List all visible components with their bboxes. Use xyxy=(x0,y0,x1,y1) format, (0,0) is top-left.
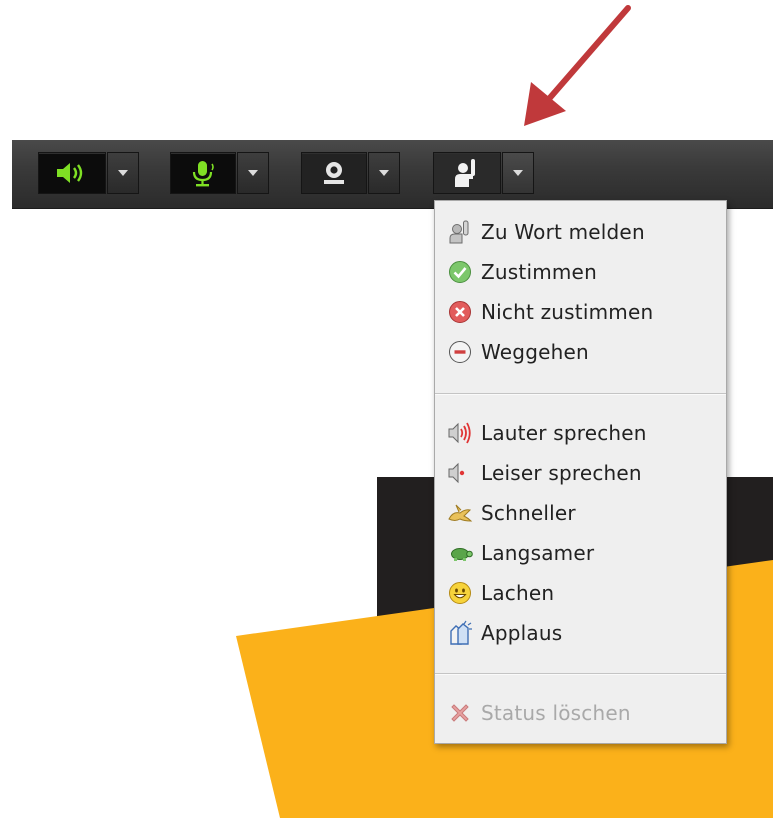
meeting-toolbar xyxy=(12,140,773,209)
chevron-down-icon xyxy=(118,170,128,176)
menu-item-label: Weggehen xyxy=(481,340,589,364)
menu-item-label: Applaus xyxy=(481,621,563,645)
microphone-button[interactable] xyxy=(170,152,236,194)
menu-item-label: Lauter sprechen xyxy=(481,421,647,445)
menu-item-slower[interactable]: Langsamer xyxy=(435,533,726,573)
menu-item-label: Zustimmen xyxy=(481,260,597,284)
menu-item-clear-status[interactable]: Status löschen xyxy=(435,693,726,733)
status-button[interactable] xyxy=(433,152,501,194)
menu-item-label: Status löschen xyxy=(481,701,631,725)
menu-item-label: Zu Wort melden xyxy=(481,220,645,244)
camera-button[interactable] xyxy=(301,152,367,194)
speaker-louder-icon xyxy=(447,420,473,446)
camera-dropdown-button[interactable] xyxy=(368,152,400,194)
status-dropdown-button[interactable] xyxy=(502,152,534,194)
menu-item-applause[interactable]: Applaus xyxy=(435,613,726,653)
speaker-button[interactable] xyxy=(38,152,106,194)
menu-item-label: Schneller xyxy=(481,501,576,525)
menu-item-label: Lachen xyxy=(481,581,555,605)
microphone-control xyxy=(170,152,269,194)
menu-separator xyxy=(435,673,726,675)
speaker-control xyxy=(38,152,139,194)
chevron-down-icon xyxy=(379,170,389,176)
menu-item-label: Langsamer xyxy=(481,541,595,565)
smiley-icon xyxy=(447,580,473,606)
raise-hand-icon xyxy=(455,159,475,187)
status-menu: Zu Wort melden Zustimmen Nicht zustimmen xyxy=(434,200,727,744)
applause-icon xyxy=(447,620,473,646)
microphone-dropdown-button[interactable] xyxy=(237,152,269,194)
check-icon xyxy=(447,259,473,285)
status-control xyxy=(433,152,534,194)
webcam-icon xyxy=(324,162,344,184)
rabbit-icon xyxy=(447,500,473,526)
menu-item-speak-louder[interactable]: Lauter sprechen xyxy=(435,413,726,453)
turtle-icon xyxy=(447,540,473,566)
menu-item-laugh[interactable]: Lachen xyxy=(435,573,726,613)
clear-x-icon xyxy=(447,700,473,726)
menu-item-faster[interactable]: Schneller xyxy=(435,493,726,533)
menu-separator xyxy=(435,393,726,395)
menu-item-label: Nicht zustimmen xyxy=(481,300,654,324)
menu-item-agree[interactable]: Zustimmen xyxy=(435,252,726,292)
speaker-icon xyxy=(57,163,83,183)
microphone-icon xyxy=(192,161,214,187)
minus-circle-icon xyxy=(447,339,473,365)
x-circle-icon xyxy=(447,299,473,325)
menu-item-speak-quieter[interactable]: Leiser sprechen xyxy=(435,453,726,493)
menu-item-raise-hand[interactable]: Zu Wort melden xyxy=(435,212,726,252)
chevron-down-icon xyxy=(513,170,523,176)
speaker-dropdown-button[interactable] xyxy=(107,152,139,194)
menu-item-away[interactable]: Weggehen xyxy=(435,332,726,372)
camera-control xyxy=(301,152,400,194)
menu-item-disagree[interactable]: Nicht zustimmen xyxy=(435,292,726,332)
chevron-down-icon xyxy=(248,170,258,176)
menu-item-label: Leiser sprechen xyxy=(481,461,642,485)
speaker-quieter-icon xyxy=(447,460,473,486)
raise-hand-icon xyxy=(447,219,473,245)
